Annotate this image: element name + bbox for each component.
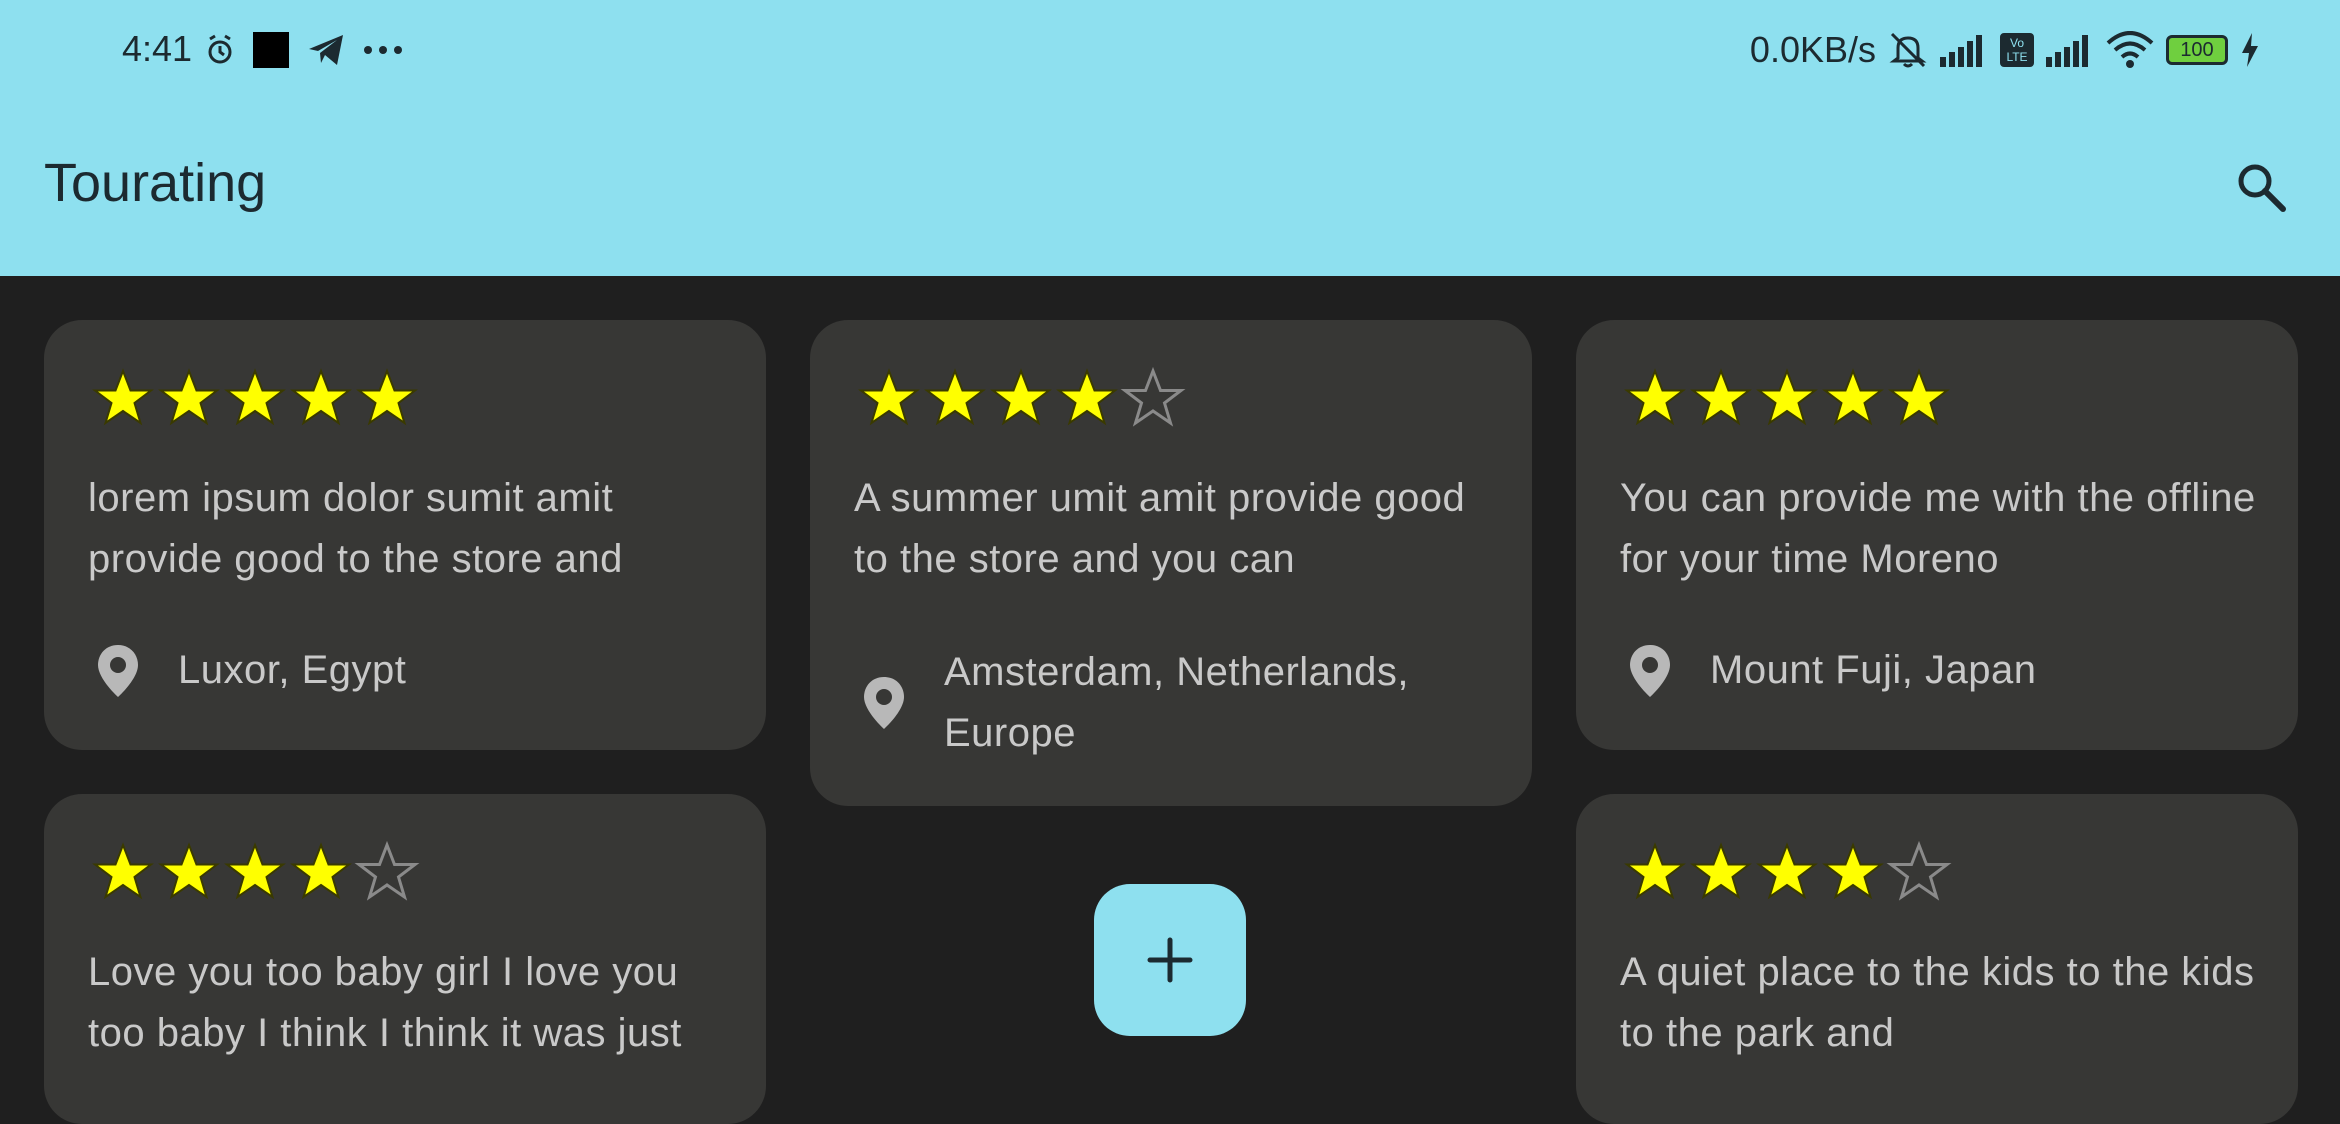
location-text: Amsterdam, Netherlands, Europe	[944, 650, 1410, 755]
location-pin-icon	[864, 677, 904, 729]
location-text: Mount Fuji, Japan	[1710, 648, 2037, 692]
search-button[interactable]	[2226, 152, 2296, 222]
place-card[interactable]: lorem ipsum dolor sumit amit provide goo…	[44, 320, 766, 750]
card-description: Love you too baby girl I love you too ba…	[88, 950, 682, 1055]
plus-icon	[1147, 937, 1193, 983]
star-filled-icon	[1624, 842, 1686, 900]
star-empty-icon	[354, 840, 420, 901]
card-description: You can provide me with the offline for …	[1620, 476, 2256, 581]
star-filled-icon	[224, 368, 286, 426]
status-right: 0.0KB/s Vo LTE 100	[1750, 26, 2260, 74]
app-bar: Tourating	[0, 100, 2340, 276]
more-notifications-icon	[364, 46, 402, 54]
rating-stars	[1622, 840, 1952, 906]
location-text: Luxor, Egypt	[178, 648, 407, 692]
rating-stars	[90, 840, 420, 906]
search-icon	[2238, 164, 2286, 212]
place-card[interactable]: Love you too baby girl I love you too ba…	[44, 794, 766, 1124]
signal-icon	[1940, 35, 1982, 67]
rating-stars	[1622, 366, 1952, 432]
place-card[interactable]: A summer umit amit provide good to the s…	[810, 320, 1532, 806]
star-filled-icon	[1756, 368, 1818, 426]
place-card[interactable]: You can provide me with the offline for …	[1576, 320, 2298, 750]
card-description: A quiet place to the kids to the kids to…	[1620, 950, 2255, 1055]
star-filled-icon	[356, 368, 418, 426]
net-speed: 0.0KB/s	[1749, 29, 1876, 70]
app-notification-icon	[253, 32, 289, 68]
card-location: Mount Fuji, Japan	[1620, 640, 2230, 701]
star-filled-icon	[158, 368, 220, 426]
star-filled-icon	[924, 368, 986, 426]
star-filled-icon	[858, 368, 920, 426]
star-filled-icon	[290, 368, 352, 426]
star-filled-icon	[1690, 368, 1752, 426]
card-location: Amsterdam, Netherlands, Europe	[854, 642, 1464, 764]
star-filled-icon	[1822, 842, 1884, 900]
status-bar: 4:41 0.0KB/s Vo LTE 100	[0, 0, 2340, 100]
battery-icon: 100	[2166, 35, 2228, 65]
card-location: Luxor, Egypt	[88, 640, 698, 701]
star-filled-icon	[92, 368, 154, 426]
star-filled-icon	[1822, 368, 1884, 426]
star-filled-icon	[290, 842, 352, 900]
add-place-button[interactable]	[1094, 884, 1246, 1036]
star-filled-icon	[1690, 842, 1752, 900]
rating-stars	[90, 366, 420, 432]
star-empty-icon	[1120, 366, 1186, 427]
star-filled-icon	[224, 842, 286, 900]
location-pin-icon	[1630, 644, 1670, 697]
card-description: A summer umit amit provide good to the s…	[854, 476, 1466, 581]
signal-icon-2	[2046, 35, 2088, 67]
card-description: lorem ipsum dolor sumit amit provide goo…	[88, 476, 623, 581]
status-notification-icons	[205, 28, 403, 72]
mute-icon	[1889, 32, 1927, 68]
volte-icon: Vo LTE	[2000, 33, 2034, 67]
star-filled-icon	[92, 842, 154, 900]
svg-text:LTE: LTE	[2006, 50, 2027, 64]
app-title: Tourating	[44, 153, 267, 213]
place-card[interactable]: A quiet place to the kids to the kids to…	[1576, 794, 2298, 1124]
star-filled-icon	[990, 368, 1052, 426]
star-filled-icon	[1888, 368, 1950, 426]
location-pin-icon	[98, 644, 138, 697]
star-filled-icon	[1624, 368, 1686, 426]
star-filled-icon	[158, 842, 220, 900]
status-time: 4:41	[122, 28, 193, 69]
battery-level: 100	[2180, 38, 2214, 61]
star-filled-icon	[1756, 842, 1818, 900]
alarm-icon	[208, 34, 232, 64]
svg-text:Vo: Vo	[2010, 36, 2024, 50]
wifi-icon	[2106, 31, 2154, 68]
star-empty-icon	[1886, 840, 1952, 901]
rating-stars	[856, 366, 1186, 432]
telegram-icon	[309, 35, 343, 65]
charging-icon	[2242, 33, 2258, 67]
star-filled-icon	[1056, 368, 1118, 426]
